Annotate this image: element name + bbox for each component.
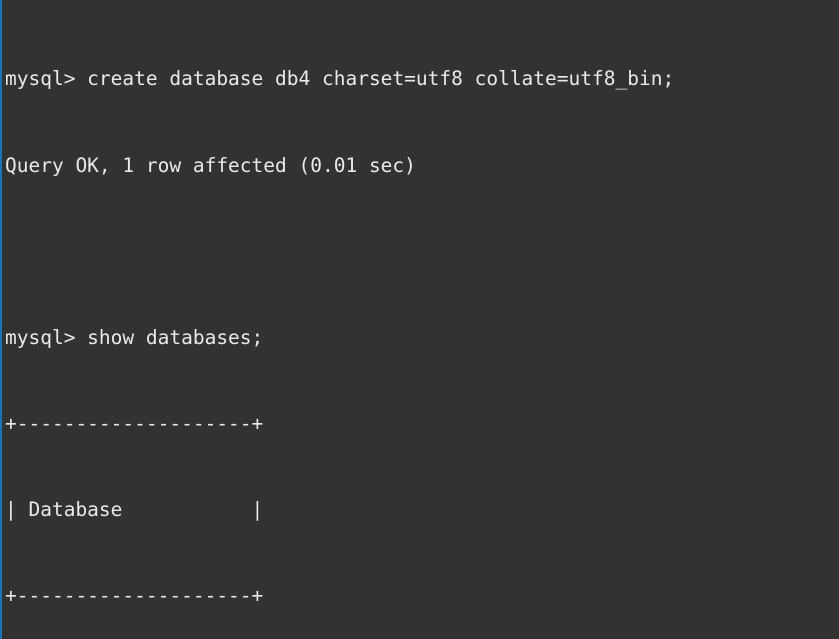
terminal-line: Query OK, 1 row affected (0.01 sec) — [5, 153, 416, 177]
terminal-window[interactable]: mysql> create database db4 charset=utf8 … — [0, 0, 839, 639]
table-border-mid: +--------------------+ — [5, 583, 264, 607]
table-border-top: +--------------------+ — [5, 411, 264, 435]
terminal-output[interactable]: mysql> create database db4 charset=utf8 … — [5, 8, 839, 639]
left-accent-bar — [0, 0, 2, 639]
terminal-line: mysql> create database db4 charset=utf8 … — [5, 67, 675, 91]
terminal-line: mysql> show databases; — [5, 325, 264, 349]
table-header-row: | Database | — [5, 497, 264, 521]
